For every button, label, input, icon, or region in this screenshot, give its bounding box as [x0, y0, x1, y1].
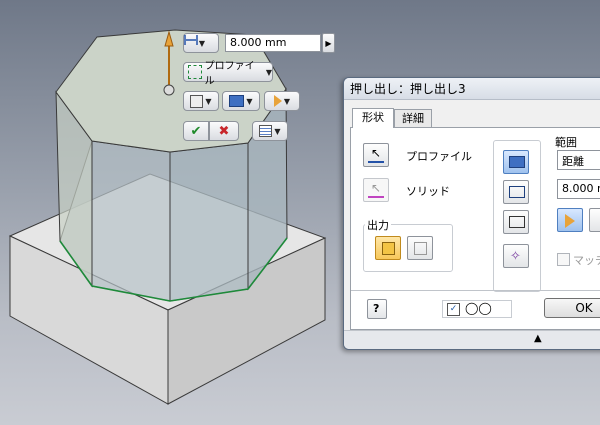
extents-label: 範囲	[555, 136, 577, 149]
solid-icon	[190, 94, 204, 108]
join-icon	[509, 156, 525, 168]
profile-select-button[interactable]: ↖	[363, 143, 389, 167]
join-button[interactable]	[503, 150, 529, 174]
direction-flip-button[interactable]	[589, 208, 600, 232]
new-solid-button[interactable]: ✧	[503, 244, 529, 268]
cursor-arrow-icon: ↖	[371, 146, 382, 160]
dialog-title[interactable]: 押し出し：押し出し3	[344, 78, 600, 100]
match-shape-checkbox[interactable]	[557, 253, 570, 266]
distance-menu-button[interactable]: ▶	[322, 33, 335, 53]
distance-input[interactable]: 8.000 mm	[557, 179, 600, 199]
distance-icon	[184, 35, 198, 45]
shape-tab-panel: ↖ プロファイル ↖ ソリッド 出力 ✧ 範囲 距離 8.000 マッ ? ✓ …	[350, 127, 600, 330]
output-solid-button[interactable]	[375, 236, 401, 260]
output-surface-button[interactable]	[407, 236, 433, 260]
profile-select-icon	[188, 65, 202, 79]
extents-value: 距離	[562, 155, 584, 168]
profile-underline-icon	[368, 161, 384, 163]
solid-label: ソリッド	[406, 185, 450, 198]
dialog-expander[interactable]: ▲	[344, 330, 600, 349]
output-label: 出力	[365, 217, 391, 233]
profile-label: プロファイル	[406, 150, 472, 163]
operation-button[interactable]: ▼	[222, 91, 260, 111]
chevron-up-icon: ▲	[534, 333, 542, 344]
intersect-icon	[509, 216, 525, 228]
intersect-button[interactable]	[503, 210, 529, 234]
tab-more[interactable]: 詳細	[394, 109, 432, 127]
check-icon: ✔	[190, 123, 202, 139]
direction-icon	[565, 214, 575, 228]
cancel-x-button[interactable]: ✖	[209, 121, 239, 141]
extrude-dialog[interactable]: 押し出し：押し出し3 形状 詳細 ↖ プロファイル ↖ ソリッド 出力 ✧ 範囲…	[343, 77, 600, 350]
chevron-down-icon: ▼	[246, 96, 253, 106]
cut-button[interactable]	[503, 180, 529, 204]
glasses-icon: ◯◯	[465, 301, 492, 315]
tab-shape[interactable]: 形状	[352, 108, 394, 128]
help-icon: ?	[373, 302, 380, 315]
prism-front-right-face	[169, 142, 249, 302]
preview-checkbox[interactable]: ✓	[447, 303, 460, 316]
direction-default-button[interactable]	[557, 208, 583, 232]
profile-label: プロファイル	[204, 61, 255, 87]
footer-divider	[351, 290, 600, 291]
distance-input[interactable]: 8.000 mm	[225, 34, 321, 52]
distance-direction-button[interactable]: ▼	[183, 33, 219, 53]
chevron-down-icon: ▼	[205, 96, 212, 106]
ok-button[interactable]: OK	[544, 298, 600, 318]
profile-select-button[interactable]: プロファイル ▼	[183, 61, 273, 87]
solid-underline-icon	[368, 196, 384, 198]
preview-group: ✓ ◯◯	[442, 300, 512, 318]
join-icon	[229, 95, 245, 107]
chevron-down-icon: ▼	[198, 38, 206, 48]
new-solid-icon: ✧	[510, 249, 521, 264]
chevron-down-icon: ▼	[265, 67, 272, 77]
direction-icon	[273, 95, 282, 107]
chevron-right-icon: ▶	[325, 38, 332, 48]
output-solid-button[interactable]: ▼	[183, 91, 219, 111]
list-icon	[259, 125, 273, 137]
toolbar-options-button[interactable]: ▼	[252, 121, 288, 141]
cursor-arrow-icon: ↖	[371, 181, 382, 195]
ok-check-button[interactable]: ✔	[183, 121, 209, 141]
cut-icon	[509, 186, 525, 198]
help-button[interactable]: ?	[367, 299, 387, 319]
extents-select[interactable]: 距離	[557, 150, 600, 170]
direction-button[interactable]: ▼	[264, 91, 300, 111]
chevron-down-icon: ▼	[283, 96, 291, 106]
match-shape-label: マッチ シ	[573, 254, 600, 267]
chevron-down-icon: ▼	[274, 126, 281, 136]
surface-icon	[414, 242, 427, 255]
solid-icon	[382, 242, 395, 255]
manipulator-handle	[163, 84, 175, 96]
solid-select-button[interactable]: ↖	[363, 178, 389, 202]
close-icon: ✖	[218, 123, 230, 139]
